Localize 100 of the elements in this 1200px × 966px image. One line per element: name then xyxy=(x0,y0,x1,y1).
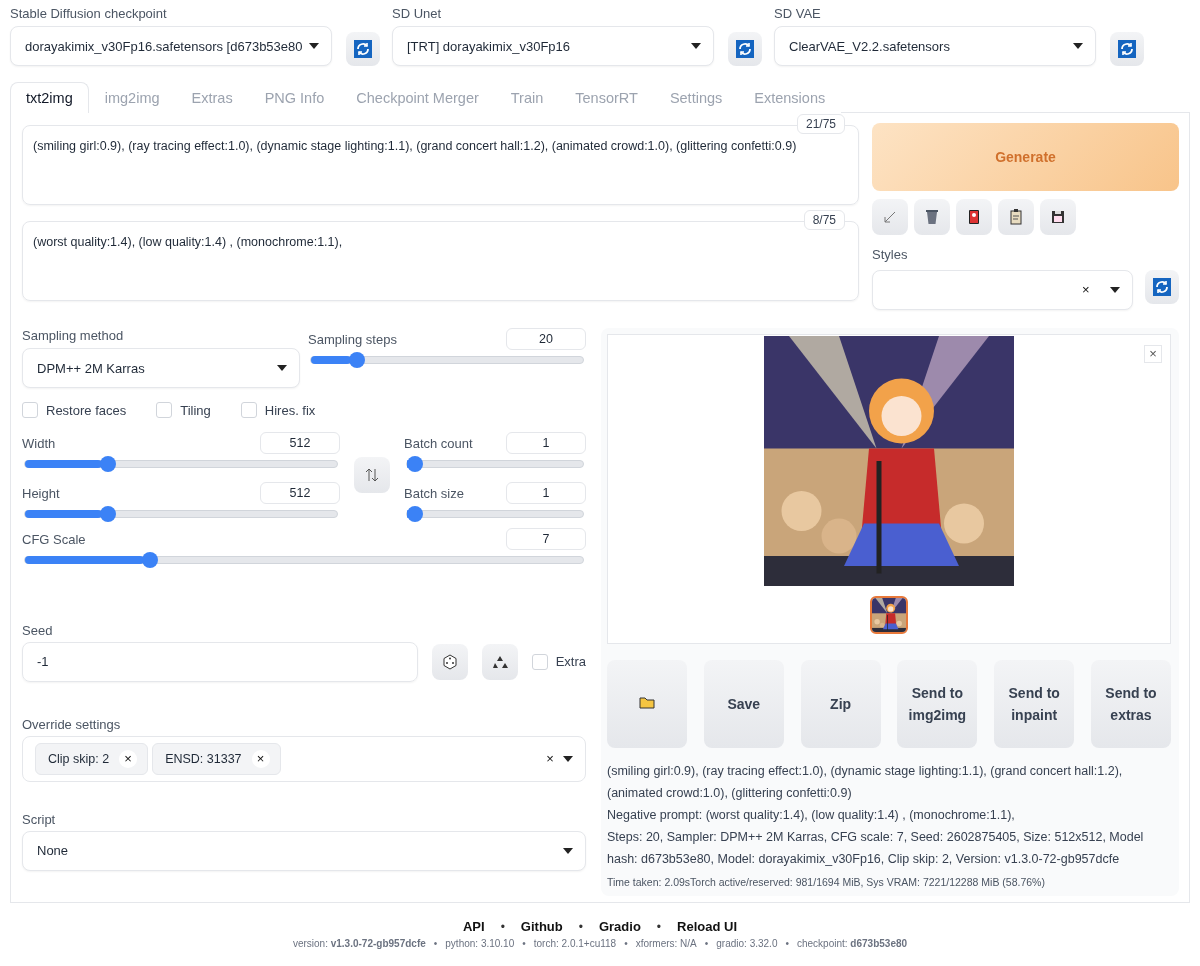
checkbox-label: Hires. fix xyxy=(264,402,316,418)
checkbox[interactable] xyxy=(240,402,257,418)
tab[interactable]: txt2img xyxy=(10,82,89,113)
slider-label: Height xyxy=(22,485,60,501)
sampling-method-label: Sampling method xyxy=(22,328,125,343)
checkbox-label: Tiling xyxy=(180,402,211,418)
styles-dropdown[interactable]: × xyxy=(872,270,1133,310)
version-info: torch: 2.0.1+cu118 xyxy=(533,938,617,949)
dropdown-label: SD Unet xyxy=(392,6,443,21)
checkbox[interactable] xyxy=(531,653,548,670)
seed-field[interactable]: -1 xyxy=(22,641,418,682)
caret-icon xyxy=(277,365,287,371)
dice-icon xyxy=(440,652,459,671)
swap-button[interactable] xyxy=(354,457,390,493)
seed-label: Seed xyxy=(22,622,54,638)
refresh-icon xyxy=(736,40,754,58)
trash-icon xyxy=(923,208,941,226)
save-button[interactable] xyxy=(1040,199,1076,235)
number-field[interactable]: 1 xyxy=(506,482,586,504)
version-info: xformers: N/A xyxy=(635,938,697,949)
slider-label: Batch count xyxy=(404,435,473,451)
separator: • xyxy=(704,938,709,949)
footer-link[interactable]: Reload UI xyxy=(677,919,737,934)
clipboard-icon xyxy=(1007,208,1025,226)
footer-link[interactable]: API xyxy=(462,919,485,934)
checkbox-label: Restore faces xyxy=(46,402,127,418)
refresh-button[interactable] xyxy=(1145,270,1179,304)
model-dropdown[interactable]: dorayakimix_v30Fp16.safetensors [d673b53e80 xyxy=(10,26,332,66)
refresh-button[interactable] xyxy=(728,32,762,66)
tag-text: ENSD: 31337 xyxy=(165,752,242,766)
version-info: gradio: 3.32.0 xyxy=(716,938,778,949)
slider-label: Batch size xyxy=(404,485,464,501)
version-info: checkpoint: d673b53e80 xyxy=(797,938,908,949)
slider-thumb[interactable] xyxy=(407,456,423,472)
separator: • xyxy=(578,919,583,934)
sampling-method-dropdown[interactable]: DPM++ 2M Karras xyxy=(22,348,300,388)
action-button[interactable]: Send to img2img xyxy=(897,660,978,748)
generation-info: (smiling girl:0.9), (ray tracing effect:1.0), (dynamic stage lighting:1.1), (grand concert hall:1.2), (animated crowd:1.0), (glittering confetti:0.9) xyxy=(607,763,1124,802)
slider-thumb[interactable] xyxy=(142,552,159,568)
slider-thumb[interactable] xyxy=(99,506,116,522)
separator: • xyxy=(522,938,526,949)
number-field[interactable]: 512 xyxy=(260,482,340,504)
footer-link[interactable]: Github xyxy=(520,919,563,934)
script-label: Script xyxy=(22,811,57,827)
dropdown-label: SD VAE xyxy=(774,6,822,21)
generation-info: Steps: 20, Sampler: DPM++ 2M Karras, CFG scale: 7, Seed: 2602875405, Size: 512x512, Model hash: d673b53e80, Model: dorayakimix_v30Fp16, Clip skip: 2, Version: v1.3.0-72-gb957dcfe xyxy=(607,829,1145,868)
slider-thumb[interactable] xyxy=(99,456,116,472)
caret-icon xyxy=(563,756,573,762)
footer-link[interactable]: Gradio xyxy=(598,919,641,934)
number-field[interactable]: 7 xyxy=(506,528,586,550)
caret-icon xyxy=(1073,43,1083,49)
dice-button[interactable] xyxy=(431,643,468,680)
remove-button[interactable]: × xyxy=(119,750,138,768)
refresh-button[interactable] xyxy=(1110,32,1144,66)
styles-label: Styles xyxy=(872,247,909,262)
caret-icon xyxy=(691,43,701,49)
script-dropdown[interactable]: None xyxy=(22,830,586,871)
slider-thumb[interactable] xyxy=(349,352,366,368)
caret-icon xyxy=(563,847,573,854)
dropdown-label: Stable Diffusion checkpoint xyxy=(10,6,168,21)
refresh-icon xyxy=(1153,278,1171,296)
separator: • xyxy=(624,938,628,949)
number-field[interactable]: 20 xyxy=(506,328,586,350)
slider-thumb[interactable] xyxy=(407,506,423,522)
recycle-button[interactable] xyxy=(481,643,518,680)
close-button[interactable]: × xyxy=(1144,345,1162,363)
number-field[interactable]: 1 xyxy=(506,432,586,454)
caret-icon xyxy=(1110,287,1120,293)
save-icon xyxy=(1049,208,1067,226)
model-dropdown[interactable]: ClearVAE_V2.2.safetensors xyxy=(774,26,1096,66)
separator: • xyxy=(785,938,789,949)
caret-icon xyxy=(309,43,319,49)
refresh-button[interactable] xyxy=(346,32,380,66)
token-counter: 21/75 xyxy=(796,114,845,134)
override-field[interactable]: Clip skip: 2 × ENSD: 31337 × × xyxy=(22,736,586,782)
refresh-icon xyxy=(354,40,372,58)
model-dropdown[interactable]: [TRT] dorayakimix_v30Fp16 xyxy=(392,26,714,66)
slider-label: Width xyxy=(22,435,56,451)
arrow-button[interactable] xyxy=(872,199,908,235)
separator: • xyxy=(500,919,505,934)
timing-info: Time taken: 2.09sTorch active/reserved: 981/1694 MiB, Sys VRAM: 7221/12288 MiB (58.76%) xyxy=(607,876,1046,888)
remove-button[interactable]: × xyxy=(251,750,270,768)
action-button[interactable]: Send to inpaint xyxy=(994,660,1075,748)
version-info: version: v1.3.0-72-gb957dcfe xyxy=(292,938,426,949)
checkbox[interactable] xyxy=(22,402,38,418)
token-counter: 8/75 xyxy=(803,210,845,230)
checkbox-label: Extra xyxy=(555,654,586,669)
card-button[interactable] xyxy=(956,199,992,235)
slider-label: Sampling steps xyxy=(308,331,397,347)
action-button[interactable]: Save xyxy=(703,660,784,748)
number-field[interactable]: 512 xyxy=(260,432,340,454)
action-button[interactable]: Zip xyxy=(800,660,881,748)
override-label: Override settings xyxy=(22,717,122,732)
image-thumbnail[interactable] xyxy=(870,596,908,634)
clipboard-button[interactable] xyxy=(998,199,1034,235)
checkbox[interactable] xyxy=(156,402,173,418)
trash-button[interactable] xyxy=(914,199,950,235)
action-button[interactable]: Send to extras xyxy=(1091,660,1171,748)
slider-label: CFG Scale xyxy=(22,531,86,547)
folder-icon xyxy=(639,695,655,709)
